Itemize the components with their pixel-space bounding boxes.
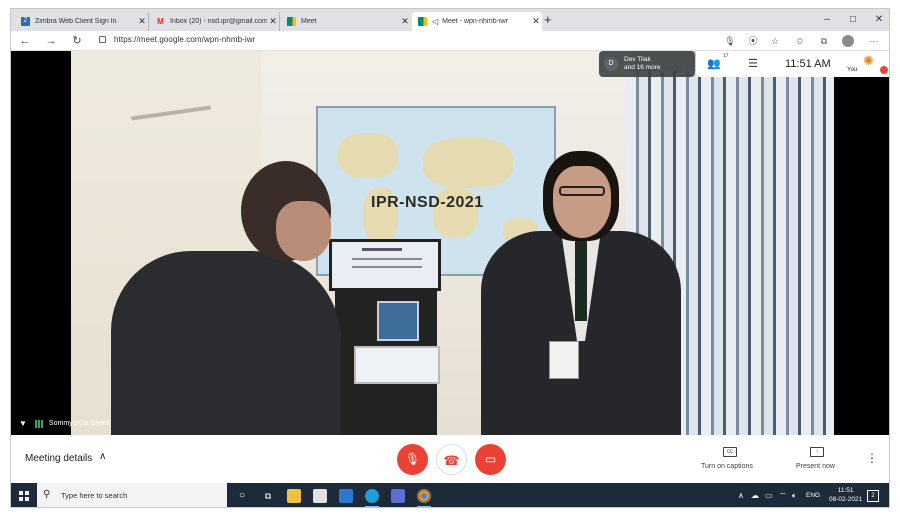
- close-tab-icon[interactable]: ✕: [267, 16, 279, 27]
- zimbra-icon: Z: [21, 17, 30, 26]
- tab-zimbra[interactable]: Z Zimbra Web Client Sign In ✕: [15, 12, 149, 31]
- mic-off-icon: 🎙︎: [404, 452, 421, 466]
- mic-off-button[interactable]: 🎙︎: [397, 444, 428, 475]
- chat-icon[interactable]: ☰: [746, 57, 760, 71]
- cloud-icon[interactable]: ☁: [751, 491, 759, 500]
- tab-title: Inbox (20) - nsd.ipr@gmail.com: [170, 18, 267, 25]
- lock-icon[interactable]: [99, 36, 106, 43]
- file-explorer-icon[interactable]: [287, 489, 301, 503]
- camera-off-icon: ▭: [484, 452, 497, 466]
- participant-names: Dev Tilak and 16 more: [624, 56, 661, 71]
- address-toolbar: ← → ↻ https://meet.google.com/wpn-nhmb-i…: [11, 31, 889, 51]
- tab-strip: Z Zimbra Web Client Sign In ✕ M Inbox (2…: [11, 9, 889, 31]
- meet-icon: [418, 17, 427, 26]
- time: 11:51: [837, 487, 854, 494]
- mic-icon[interactable]: 🎙: [723, 34, 737, 48]
- meet-controls: Meeting details ∧ 🎙︎ ☎ ▭ cc Turn on capt…: [11, 435, 889, 483]
- notification-icon[interactable]: 2: [867, 490, 879, 502]
- more-icon[interactable]: ···: [867, 34, 881, 48]
- app-icon[interactable]: [391, 489, 405, 503]
- mail-icon[interactable]: [339, 489, 353, 503]
- taskbar: ⚲ Type here to search ○ ⧉ ∧ ☁ ▭ ⌔ 🔈︎ ENG…: [11, 483, 889, 507]
- participant-count: 17: [723, 53, 729, 59]
- model-screen: [377, 301, 419, 341]
- camera-off-button[interactable]: ▭: [475, 444, 506, 475]
- minimize-button[interactable]: –: [817, 12, 837, 28]
- leave-call-button[interactable]: ☎: [436, 444, 467, 475]
- task-view-icon[interactable]: ⧉: [261, 489, 275, 503]
- new-tab-button[interactable]: +: [544, 12, 552, 28]
- camera-icon[interactable]: ⦿: [746, 34, 760, 48]
- present-icon[interactable]: ↑: [810, 447, 824, 457]
- speaker-video: IPR-NSD-2021: [71, 51, 834, 435]
- close-tab-icon[interactable]: ✕: [136, 16, 148, 27]
- avatar: D: [604, 57, 618, 71]
- star-icon[interactable]: ☆: [768, 34, 782, 48]
- present-button[interactable]: Present now: [796, 463, 835, 470]
- meet-stage: IPR-NSD-2021 D Dev Tilak and 16 more 👥 1…: [11, 51, 889, 435]
- self-avatar-icon: ✺: [863, 53, 874, 68]
- address-bar[interactable]: https://meet.google.com/wpn-nhmb-iwr: [114, 35, 255, 44]
- more-options-icon[interactable]: ⋮: [866, 451, 878, 465]
- collections-icon[interactable]: ⧉: [817, 34, 831, 48]
- profile-icon[interactable]: [842, 35, 854, 47]
- speaking-icon: [34, 419, 43, 428]
- event-banner: IPR-NSD-2021: [371, 194, 484, 211]
- chevron-up-icon[interactable]: ∧: [738, 491, 744, 500]
- tab-meet[interactable]: Meet ✕: [281, 12, 411, 31]
- speaker-tag: ▼ Sommyartha Biyani: [19, 419, 110, 428]
- maximize-button[interactable]: □: [843, 12, 863, 28]
- language-indicator[interactable]: ENG: [806, 492, 820, 499]
- volume-icon[interactable]: 🔈︎: [792, 491, 797, 501]
- date: 08-02-2021: [829, 496, 863, 503]
- reload-button[interactable]: ↻: [69, 33, 85, 49]
- edge-icon[interactable]: [365, 489, 379, 507]
- search-placeholder: Type here to search: [61, 491, 128, 500]
- close-tab-icon[interactable]: ✕: [399, 16, 411, 27]
- network-icon[interactable]: ⌔: [779, 491, 787, 501]
- tab-title: Meet - wpn-nhmb-iwr: [442, 18, 508, 25]
- student-right: [481, 151, 681, 435]
- close-window-button[interactable]: ✕: [869, 12, 889, 28]
- tab-gmail[interactable]: M Inbox (20) - nsd.ipr@gmail.com ✕: [150, 12, 280, 31]
- participant-chip[interactable]: D Dev Tilak and 16 more: [599, 51, 695, 77]
- search-icon: ⚲: [43, 489, 51, 500]
- tab-title: Zimbra Web Client Sign In: [35, 18, 117, 25]
- self-label: You: [847, 67, 858, 73]
- cortana-icon[interactable]: ○: [235, 489, 249, 503]
- start-button[interactable]: [19, 491, 29, 501]
- back-button[interactable]: ←: [17, 33, 33, 49]
- gmail-icon: M: [157, 17, 164, 26]
- battery-icon[interactable]: ▭: [765, 491, 773, 500]
- tab-meet-active[interactable]: ◁ Meet - wpn-nhmb-iwr ✕: [412, 12, 542, 31]
- close-tab-icon[interactable]: ✕: [530, 16, 542, 27]
- taskbar-search[interactable]: ⚲ Type here to search: [37, 483, 227, 507]
- browser-window: Z Zimbra Web Client Sign In ✕ M Inbox (2…: [10, 8, 890, 508]
- hang-up-icon: ☎: [443, 453, 460, 468]
- clock[interactable]: 11:51 08-02-2021: [829, 486, 862, 504]
- meeting-details-button[interactable]: Meeting details: [25, 453, 92, 464]
- captions-icon[interactable]: cc: [723, 447, 737, 457]
- student-left: [91, 161, 361, 435]
- speaker-name: Sommyartha Biyani: [48, 420, 110, 427]
- captions-button[interactable]: Turn on captions: [701, 463, 753, 470]
- meet-icon: [287, 17, 296, 26]
- favorites-icon[interactable]: ✩: [793, 34, 807, 48]
- pin-icon[interactable]: ▼: [19, 419, 27, 428]
- self-muted-badge: [880, 66, 888, 74]
- tab-title: Meet: [301, 18, 317, 25]
- chevron-up-icon[interactable]: ∧: [99, 451, 106, 462]
- forward-button[interactable]: →: [43, 33, 59, 49]
- store-icon[interactable]: [313, 489, 327, 503]
- people-icon[interactable]: 👥: [707, 57, 721, 71]
- audio-icon[interactable]: ◁: [432, 17, 438, 26]
- model-tray: [354, 346, 440, 384]
- meeting-clock: 11:51 AM: [785, 58, 831, 70]
- chrome-icon[interactable]: [417, 489, 431, 507]
